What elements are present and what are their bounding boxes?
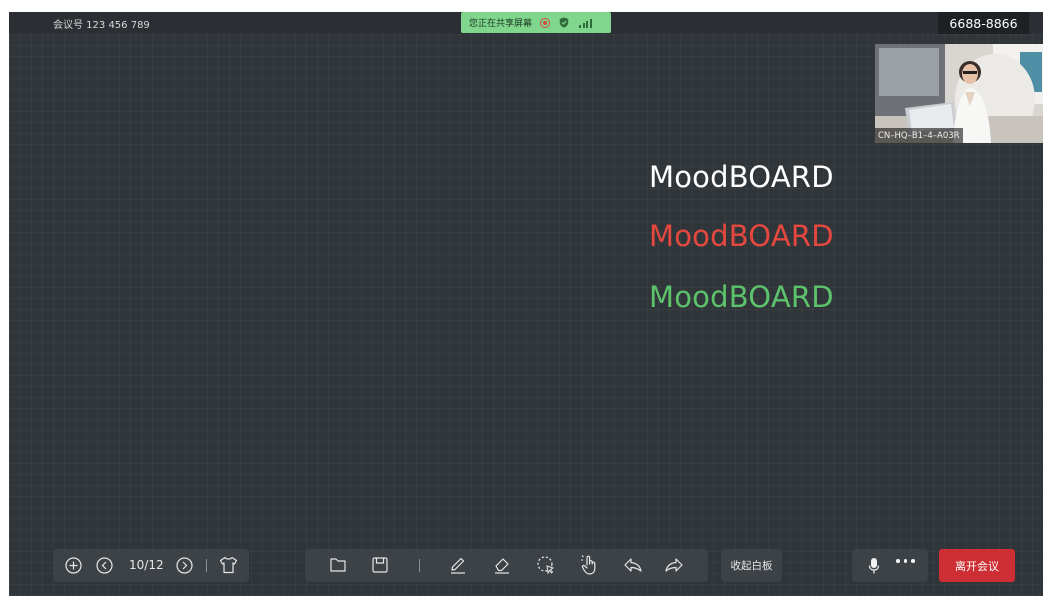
whiteboard-text-red[interactable]: MoodBOARD [649, 219, 834, 253]
collapse-whiteboard-button[interactable]: 收起白板 [721, 549, 782, 582]
whiteboard-toolbar [305, 549, 708, 582]
whiteboard-text-white[interactable]: MoodBOARD [649, 160, 834, 194]
page-indicator: 10/12 [129, 558, 164, 572]
divider [206, 559, 207, 572]
participant-label: CN–HQ–B1–4–A03R [875, 128, 963, 143]
whiteboard-text-green[interactable]: MoodBOARD [649, 280, 834, 314]
more-icon[interactable] [896, 559, 915, 563]
share-status-text: 您正在共享屏幕 [469, 19, 533, 29]
shield-icon [559, 13, 569, 32]
next-page-icon[interactable] [176, 557, 193, 574]
screen-share-status[interactable]: 您正在共享屏幕 [461, 12, 611, 33]
meeting-id: 会议号 123 456 789 [53, 20, 150, 31]
leave-meeting-button[interactable]: 离开会议 [939, 549, 1015, 582]
eraser-icon[interactable] [492, 555, 512, 575]
open-file-icon[interactable] [329, 556, 347, 574]
undo-icon[interactable] [623, 556, 643, 574]
record-icon [540, 17, 551, 28]
prev-page-icon[interactable] [96, 557, 113, 574]
hand-icon[interactable] [580, 554, 600, 576]
top-bar: 会议号 123 456 789 您正在共享屏幕 6688-8866 [9, 12, 1043, 34]
pen-icon[interactable] [448, 555, 468, 575]
save-icon[interactable] [371, 556, 389, 574]
page-controls: 10/12 [53, 549, 249, 582]
divider [419, 559, 420, 572]
background-icon[interactable] [219, 556, 238, 574]
meeting-screen: 会议号 123 456 789 您正在共享屏幕 6688-8866 CN–HQ–… [9, 12, 1043, 596]
redo-icon[interactable] [664, 556, 684, 574]
signal-icon [579, 18, 592, 28]
participant-video[interactable]: CN–HQ–B1–4–A03R [875, 44, 1043, 143]
room-number: 6688-8866 [938, 12, 1029, 34]
audio-controls [852, 549, 928, 582]
lasso-select-icon[interactable] [536, 555, 556, 575]
add-page-icon[interactable] [65, 557, 82, 574]
microphone-icon[interactable] [868, 557, 880, 575]
